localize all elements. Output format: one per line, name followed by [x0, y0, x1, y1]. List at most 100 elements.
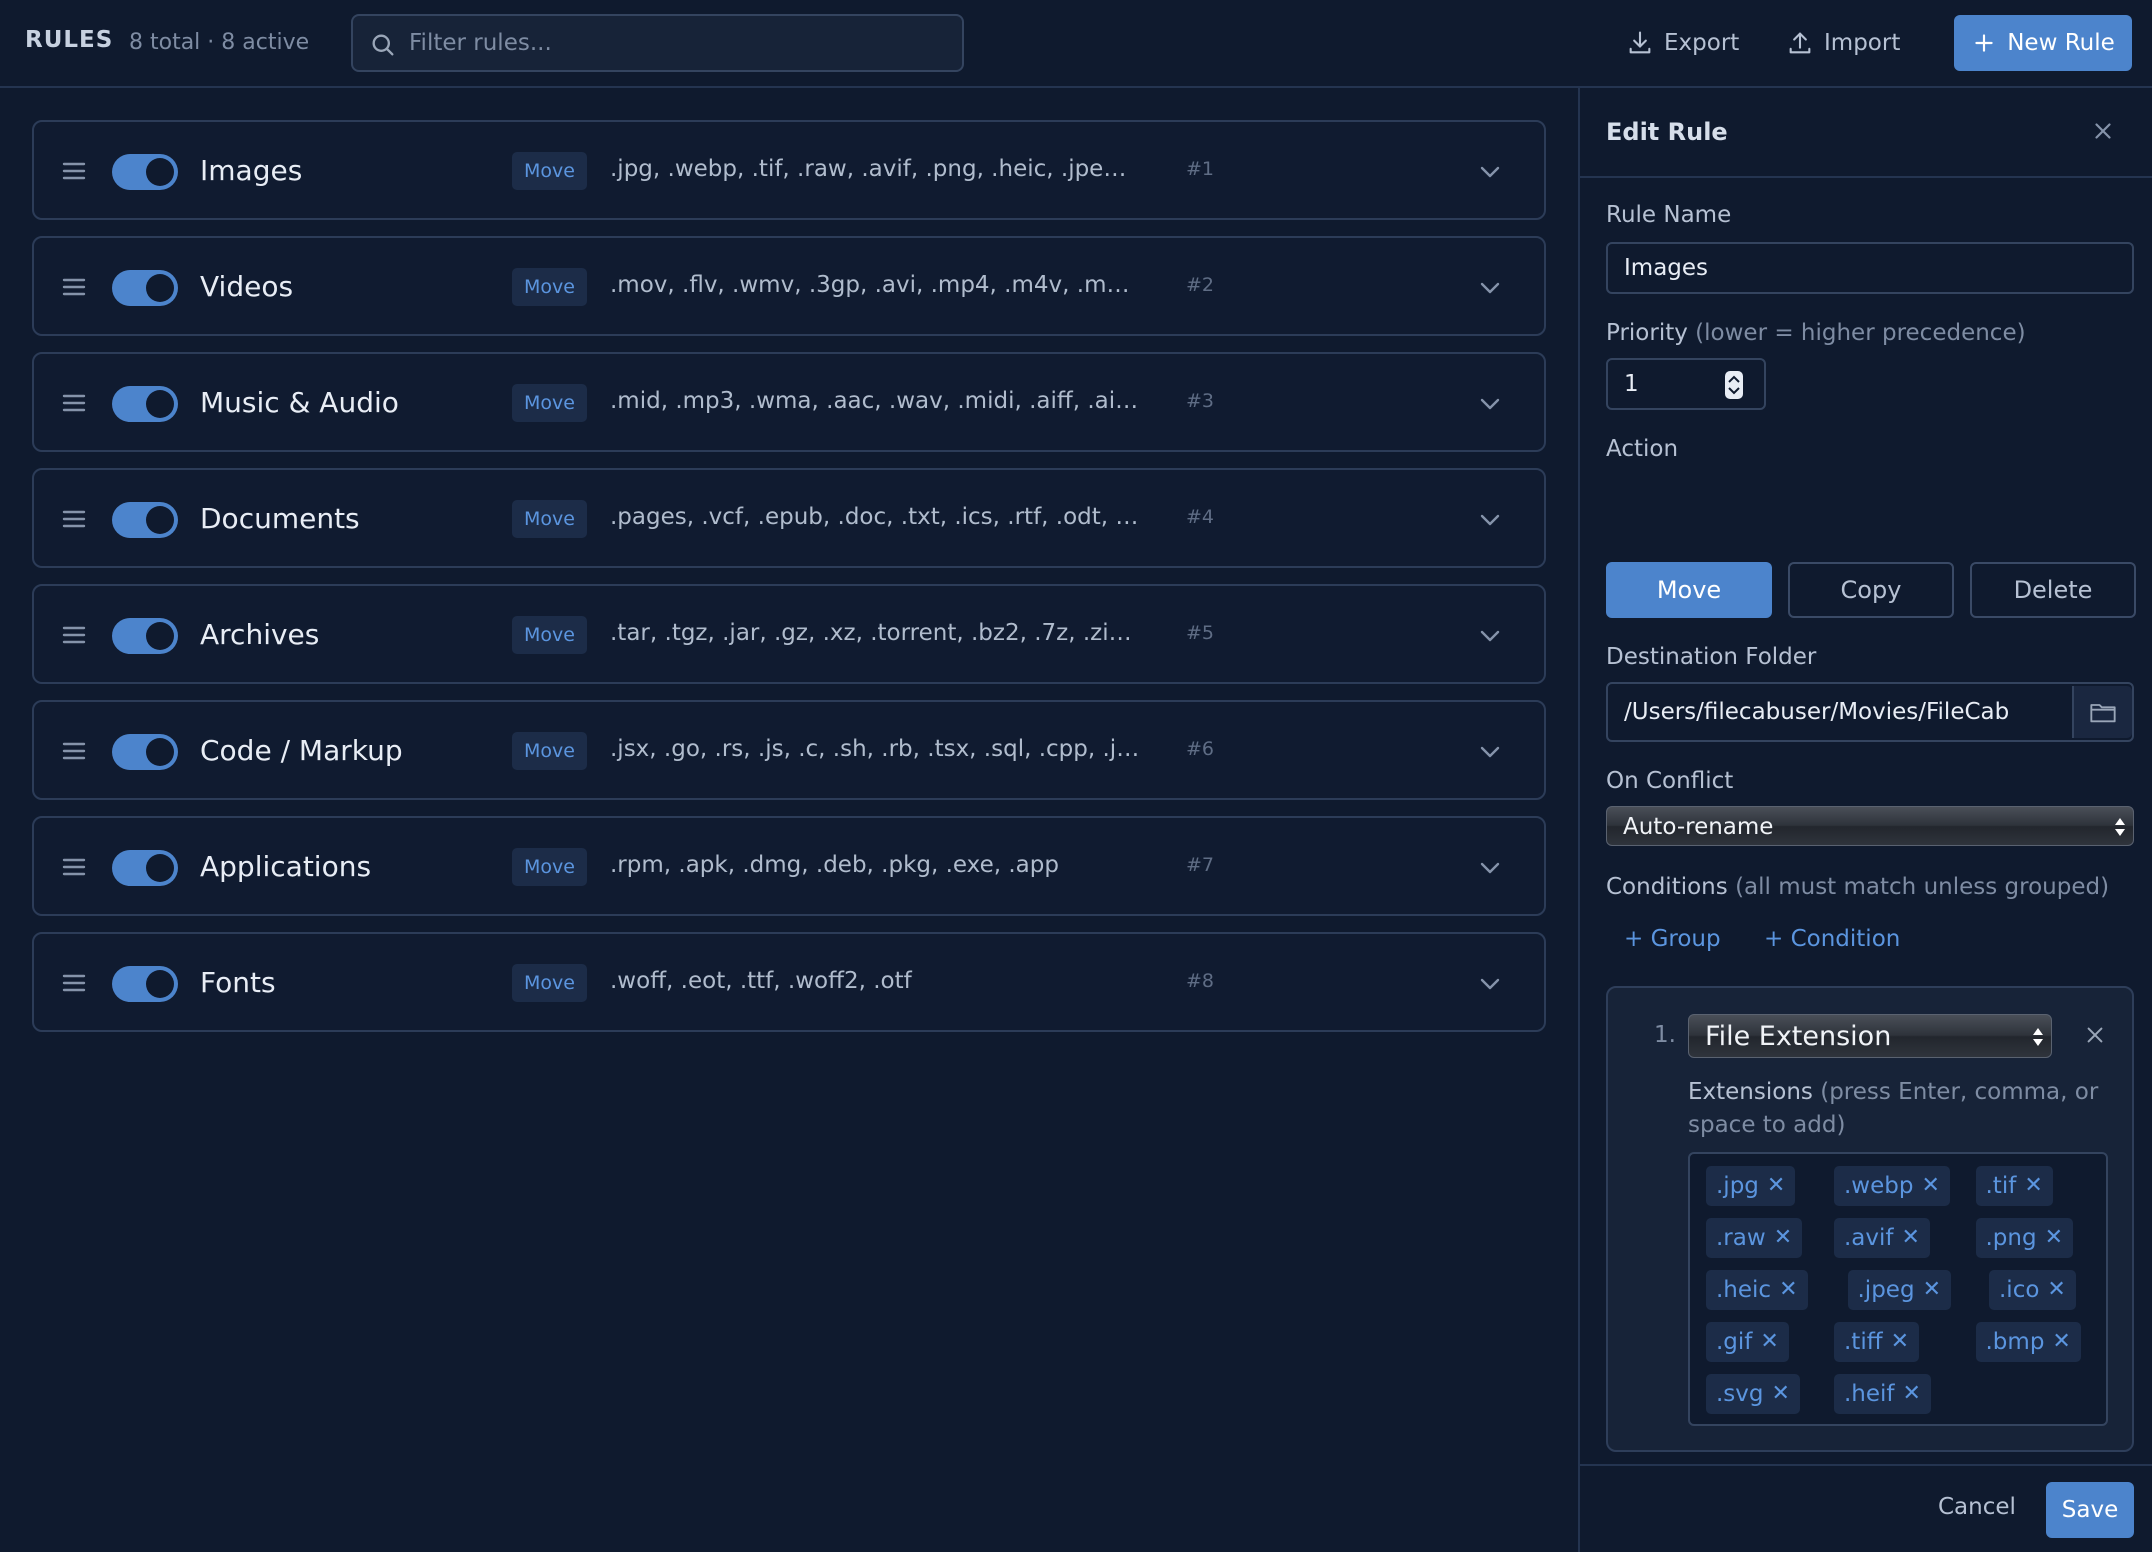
chevron-down-icon[interactable] [1474, 852, 1506, 884]
extension-tag-label: .raw [1716, 1225, 1766, 1251]
rule-enabled-toggle[interactable] [112, 386, 178, 422]
close-icon[interactable] [2090, 118, 2116, 144]
toggle-knob [146, 970, 174, 998]
remove-tag-icon[interactable]: ✕ [2024, 1166, 2042, 1206]
drag-handle-icon[interactable] [62, 158, 86, 184]
conflict-select-value: Auto-rename [1623, 814, 1774, 840]
drag-handle-icon[interactable] [62, 274, 86, 300]
rule-extensions: .woff, .eot, .ttf, .woff2, .otf [610, 968, 912, 994]
rule-enabled-toggle[interactable] [112, 850, 178, 886]
action-badge: Move [512, 732, 587, 770]
rule-enabled-toggle[interactable] [112, 618, 178, 654]
rule-enabled-toggle[interactable] [112, 502, 178, 538]
remove-tag-icon[interactable]: ✕ [1767, 1166, 1785, 1206]
extension-tag-label: .svg [1716, 1381, 1764, 1407]
chevron-down-icon[interactable] [1474, 620, 1506, 652]
rule-row[interactable]: Applications Move .rpm, .apk, .dmg, .deb… [32, 816, 1546, 916]
rule-enabled-toggle[interactable] [112, 966, 178, 1002]
chevron-down-icon[interactable] [1474, 388, 1506, 420]
rule-row[interactable]: Code / Markup Move .jsx, .go, .rs, .js, … [32, 700, 1546, 800]
extension-tag: .webp ✕ [1834, 1166, 1950, 1206]
search-input[interactable] [409, 26, 949, 60]
rule-enabled-toggle[interactable] [112, 154, 178, 190]
remove-tag-icon[interactable]: ✕ [2045, 1218, 2063, 1258]
add-condition-button[interactable]: + Condition [1764, 926, 1900, 952]
save-button[interactable]: Save [2046, 1482, 2134, 1538]
rule-row[interactable]: Documents Move .pages, .vcf, .epub, .doc… [32, 468, 1546, 568]
extension-tag-label: .png [1985, 1225, 2037, 1251]
rule-row[interactable]: Videos Move .mov, .flv, .wmv, .3gp, .avi… [32, 236, 1546, 336]
remove-tag-icon[interactable]: ✕ [1772, 1374, 1790, 1414]
remove-tag-icon[interactable]: ✕ [1779, 1270, 1797, 1310]
browse-folder-button[interactable] [2072, 686, 2132, 738]
toggle-knob [146, 390, 174, 418]
rule-priority-number: #2 [1186, 274, 1215, 296]
extension-tag: .gif ✕ [1706, 1322, 1789, 1362]
action-badge: Move [512, 500, 587, 538]
rule-row[interactable]: Music & Audio Move .mid, .mp3, .wma, .aa… [32, 352, 1546, 452]
destination-path[interactable]: /Users/filecabuser/Movies/FileCab [1624, 699, 2009, 725]
import-button[interactable]: Import [1786, 22, 1900, 64]
extension-tag-label: .jpg [1716, 1173, 1759, 1199]
extension-tag-label: .jpeg [1857, 1277, 1915, 1303]
action-copy-button[interactable]: Copy [1788, 562, 1954, 618]
new-rule-button[interactable]: New Rule [1954, 15, 2132, 71]
export-button[interactable]: Export [1626, 22, 1739, 64]
rule-extensions: .jsx, .go, .rs, .js, .c, .sh, .rb, .tsx,… [610, 736, 1140, 762]
rule-name: Videos [200, 270, 294, 303]
action-badge: Move [512, 384, 587, 422]
toggle-knob [146, 158, 174, 186]
drag-handle-icon[interactable] [62, 622, 86, 648]
remove-tag-icon[interactable]: ✕ [1774, 1218, 1792, 1258]
rule-row[interactable]: Fonts Move .woff, .eot, .ttf, .woff2, .o… [32, 932, 1546, 1032]
add-group-button[interactable]: + Group [1624, 926, 1721, 952]
action-move-button[interactable]: Move [1606, 562, 1772, 618]
remove-tag-icon[interactable]: ✕ [1902, 1218, 1920, 1258]
rule-name-input[interactable] [1606, 242, 2134, 294]
remove-tag-icon[interactable]: ✕ [1921, 1166, 1939, 1206]
extension-tag-label: .gif [1716, 1329, 1753, 1355]
search-box[interactable] [351, 14, 964, 72]
drag-handle-icon[interactable] [62, 854, 86, 880]
remove-tag-icon[interactable]: ✕ [1923, 1270, 1941, 1310]
search-icon [372, 34, 394, 56]
drag-handle-icon[interactable] [62, 390, 86, 416]
rule-extensions: .mid, .mp3, .wma, .aac, .wav, .midi, .ai… [610, 388, 1140, 414]
cancel-button[interactable]: Cancel [1938, 1494, 2016, 1520]
chevron-down-icon[interactable] [1474, 272, 1506, 304]
rule-extensions: .tar, .tgz, .jar, .gz, .xz, .torrent, .b… [610, 620, 1140, 646]
remove-condition-icon[interactable] [2084, 1024, 2106, 1046]
extension-tag-label: .tif [1985, 1173, 2017, 1199]
rule-name: Images [200, 154, 303, 187]
rule-enabled-toggle[interactable] [112, 734, 178, 770]
import-label: Import [1824, 30, 1901, 56]
rule-name: Code / Markup [200, 734, 403, 767]
rule-priority-number: #5 [1186, 622, 1215, 644]
drag-handle-icon[interactable] [62, 506, 86, 532]
export-label: Export [1664, 30, 1740, 56]
drag-handle-icon[interactable] [62, 738, 86, 764]
remove-tag-icon[interactable]: ✕ [1891, 1322, 1909, 1362]
chevron-down-icon[interactable] [1474, 968, 1506, 1000]
action-delete-button[interactable]: Delete [1970, 562, 2136, 618]
panel-header: Edit Rule [1580, 88, 2152, 178]
remove-tag-icon[interactable]: ✕ [1760, 1322, 1778, 1362]
conflict-select[interactable]: Auto-rename [1606, 806, 2134, 846]
remove-tag-icon[interactable]: ✕ [2047, 1270, 2065, 1310]
condition-number: 1. [1654, 1022, 1676, 1048]
chevron-down-icon[interactable] [1474, 504, 1506, 536]
remove-tag-icon[interactable]: ✕ [1903, 1374, 1921, 1414]
extensions-tag-input[interactable]: .jpg ✕ .webp ✕ .tif ✕ .raw ✕ .avif ✕ .png ✕ .heic ✕ .j… [1688, 1152, 2108, 1426]
chevron-down-icon[interactable] [1474, 156, 1506, 188]
stepper-icon[interactable] [1724, 370, 1744, 400]
remove-tag-icon[interactable]: ✕ [2052, 1322, 2070, 1362]
rule-row[interactable]: Archives Move .tar, .tgz, .jar, .gz, .xz… [32, 584, 1546, 684]
destination-field[interactable]: /Users/filecabuser/Movies/FileCab [1606, 682, 2134, 742]
extension-tag-label: .tiff [1844, 1329, 1883, 1355]
chevron-down-icon[interactable] [1474, 736, 1506, 768]
rule-enabled-toggle[interactable] [112, 270, 178, 306]
panel-footer: Cancel Save [1580, 1464, 2152, 1552]
drag-handle-icon[interactable] [62, 970, 86, 996]
rule-row[interactable]: Images Move .jpg, .webp, .tif, .raw, .av… [32, 120, 1546, 220]
condition-type-select[interactable]: File Extension [1688, 1014, 2052, 1058]
